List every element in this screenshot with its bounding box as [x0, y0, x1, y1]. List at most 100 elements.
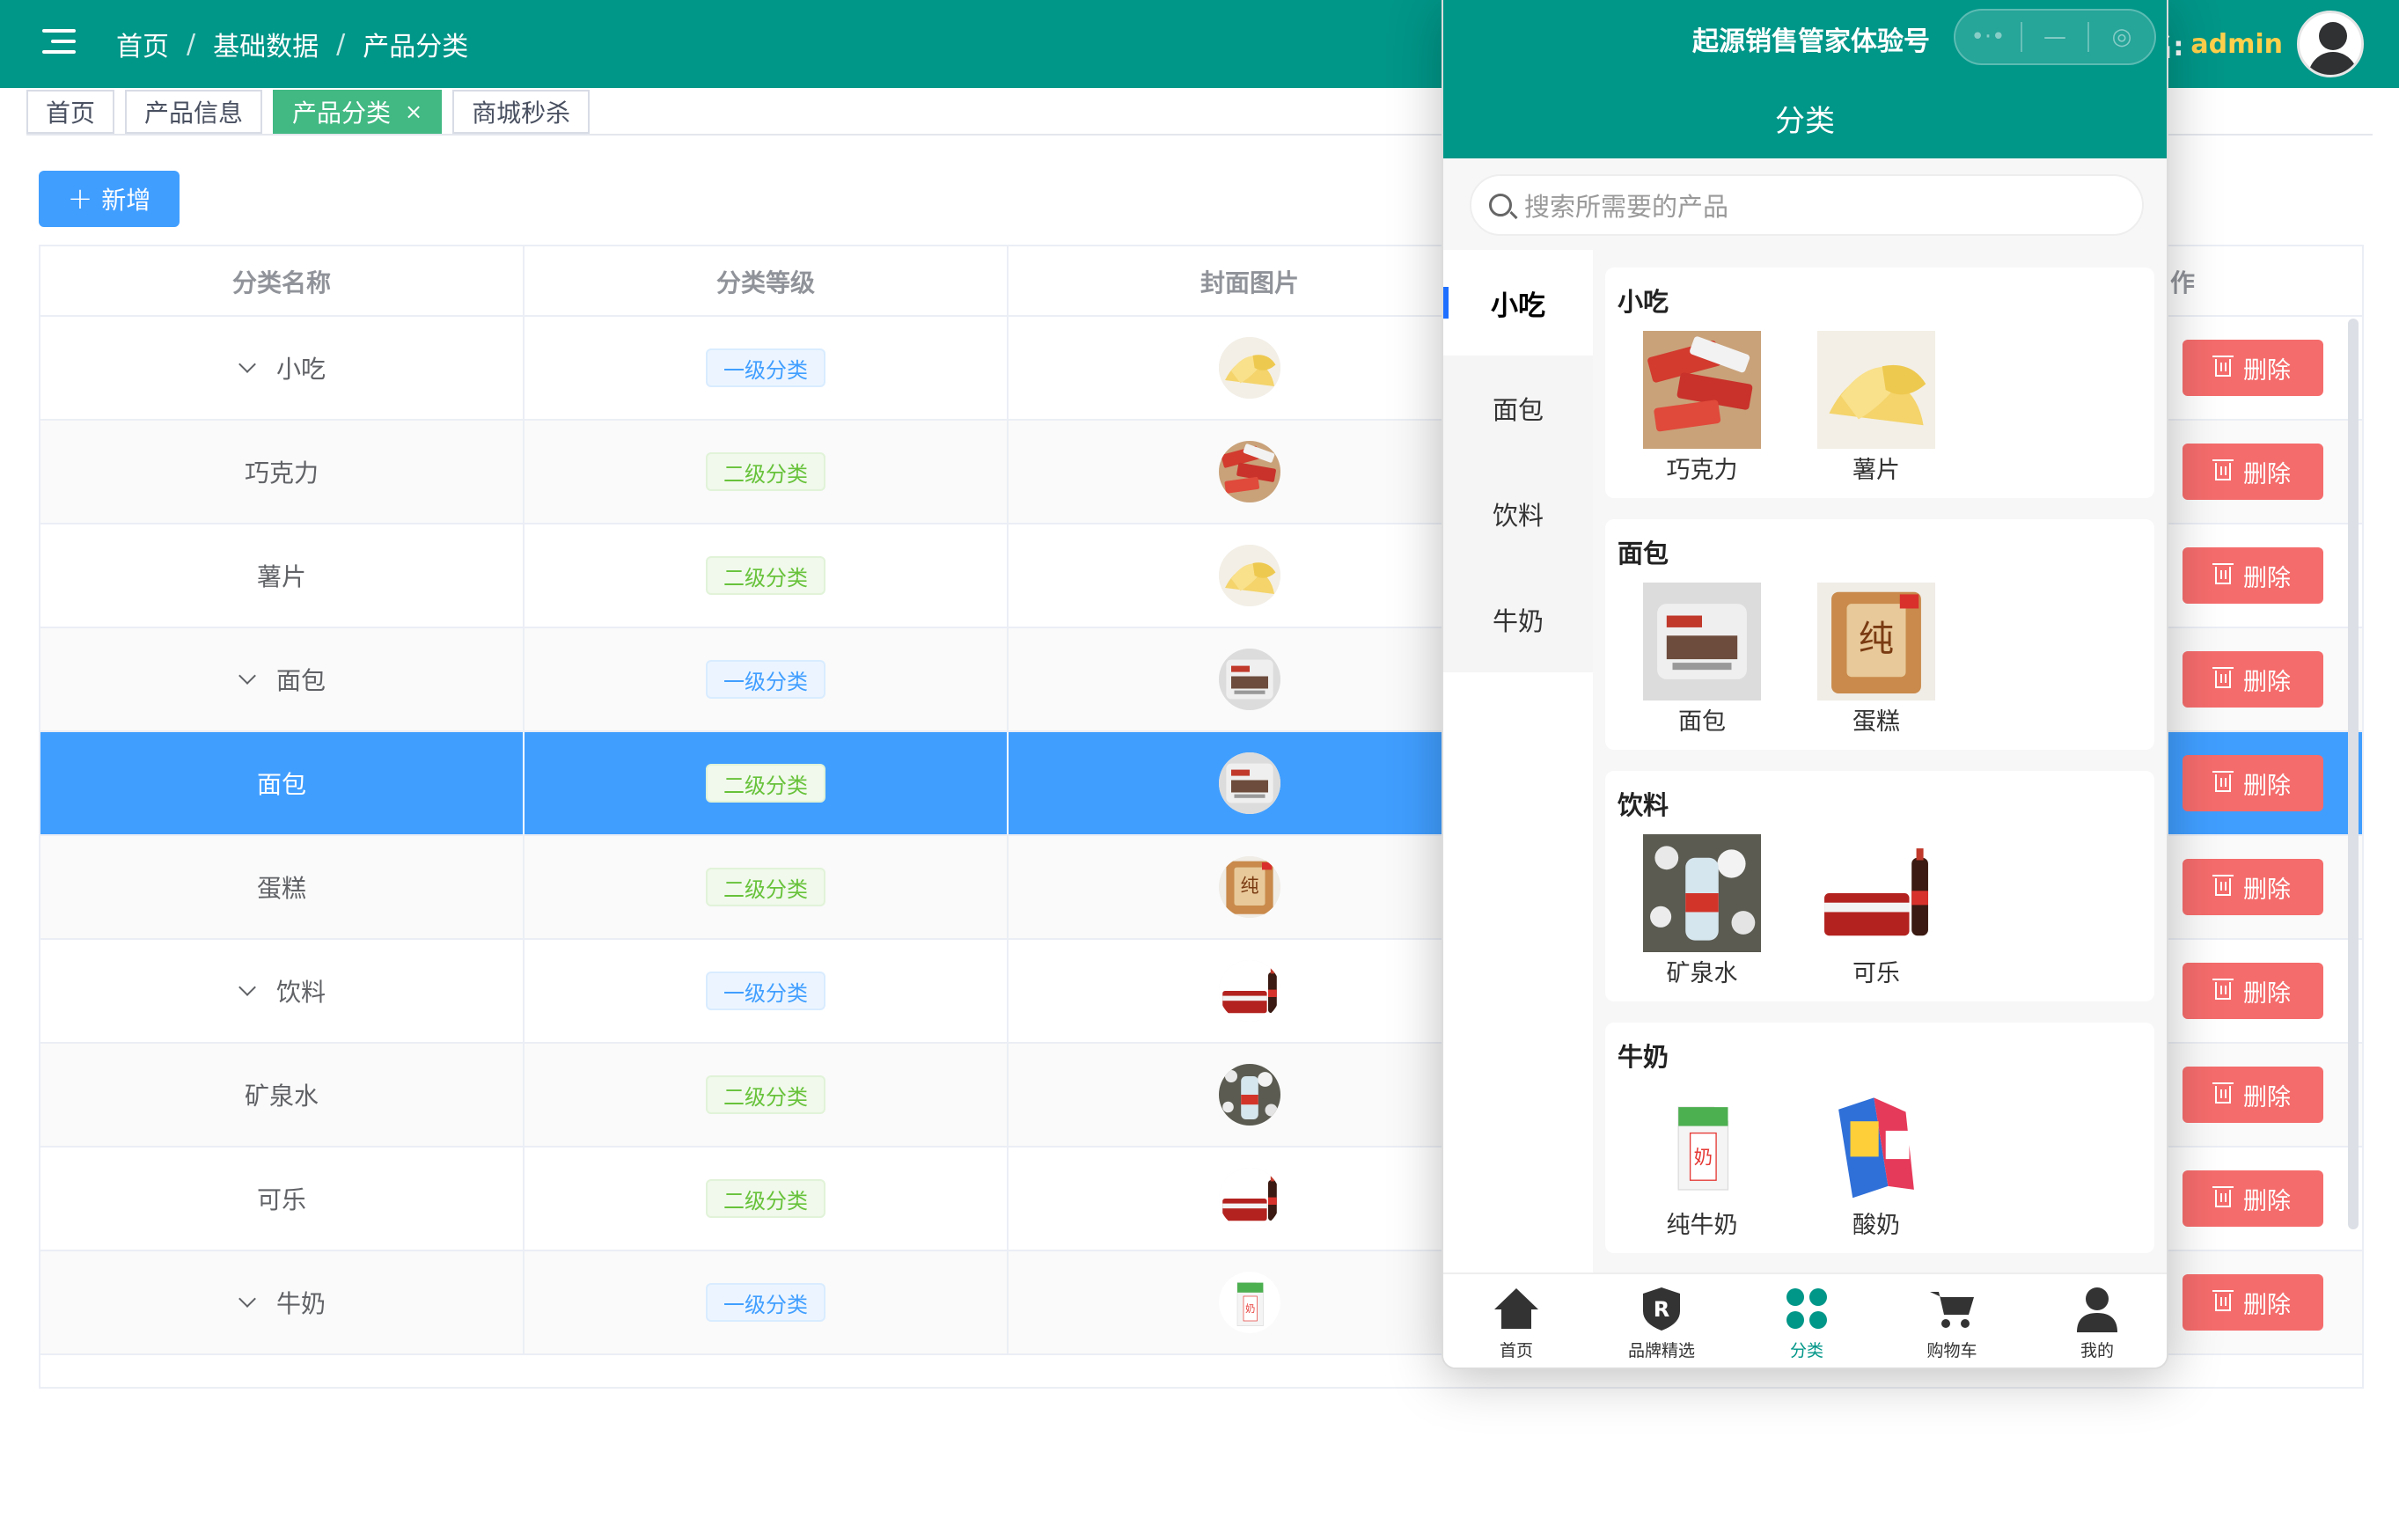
more-icon[interactable]: •·• [1955, 11, 2021, 63]
breadcrumb-home[interactable]: 首页 [116, 25, 169, 63]
mobile-product-item[interactable]: 酸奶 [1816, 1086, 1936, 1240]
svg-text:纯: 纯 [1241, 876, 1259, 897]
chevron-down-icon[interactable] [238, 1290, 256, 1308]
mobile-category-group: 小吃 巧克力 薯片 [1605, 268, 2154, 498]
product-image [1817, 331, 1935, 449]
cover-image[interactable] [1219, 960, 1280, 1022]
tab-product-category[interactable]: 产品分类 × [273, 90, 443, 134]
product-image [1643, 583, 1761, 700]
mini-program-capsule[interactable]: •·• — ◎ [1954, 9, 2156, 65]
mobile-nav-label: 分类 [1789, 1341, 1823, 1360]
mobile-product-item[interactable]: 可乐 [1816, 834, 1936, 988]
mobile-category-group: 牛奶奶纯牛奶 酸奶 [1605, 1023, 2154, 1253]
delete-button[interactable]: 删除 [2183, 651, 2323, 708]
plus-icon: + [67, 181, 93, 216]
category-level-cell: 一级分类 [525, 628, 1009, 730]
user-menu[interactable]: 名: admin [2146, 11, 2364, 77]
mobile-product-item[interactable]: 薯片 [1816, 331, 1936, 485]
mobile-sidebar-item[interactable]: 小吃 [1443, 250, 1593, 356]
close-icon[interactable]: × [405, 99, 422, 124]
product-label: 面包 [1678, 708, 1726, 736]
mobile-nav-category[interactable]: 分类 [1734, 1285, 1880, 1368]
category-level-cell: 二级分类 [525, 732, 1009, 834]
cover-image[interactable] [1219, 1064, 1280, 1126]
delete-button[interactable]: 删除 [2183, 547, 2323, 604]
mobile-search-input[interactable]: 搜索所需要的产品 [1470, 174, 2144, 236]
cover-image[interactable]: 纯 [1219, 856, 1280, 918]
cover-image[interactable] [1219, 752, 1280, 814]
delete-label: 删除 [2243, 668, 2291, 696]
level-tag: 二级分类 [706, 868, 825, 906]
mobile-nav-cart[interactable]: 购物车 [1879, 1285, 2025, 1368]
chevron-down-icon[interactable] [238, 356, 256, 373]
svg-text:纯: 纯 [1859, 620, 1894, 660]
mobile-search-bar: 搜索所需要的产品 [1443, 158, 2167, 250]
delete-button[interactable]: 删除 [2183, 1170, 2323, 1227]
level-tag: 二级分类 [706, 764, 825, 803]
mobile-product-item[interactable]: 矿泉水 [1642, 834, 1762, 988]
cover-image[interactable] [1219, 649, 1280, 710]
product-label: 纯牛奶 [1666, 1212, 1738, 1239]
category-level-cell: 二级分类 [525, 421, 1009, 523]
level-tag: 一级分类 [706, 1283, 825, 1322]
delete-button[interactable]: 删除 [2183, 340, 2323, 396]
category-name-cell: 饮料 [40, 940, 525, 1042]
add-button[interactable]: + 新增 [39, 171, 180, 227]
delete-label: 删除 [2243, 564, 2291, 592]
chevron-down-icon[interactable] [238, 979, 256, 996]
chevron-down-icon[interactable] [238, 667, 256, 685]
level-tag: 二级分类 [706, 1179, 825, 1218]
tab-product-info[interactable]: 产品信息 [125, 90, 263, 134]
home-icon [1493, 1285, 1540, 1332]
mobile-category-group: 饮料 矿泉水 可乐 [1605, 771, 2154, 1001]
level-tag: 一级分类 [706, 348, 825, 387]
mobile-nav-home[interactable]: 首页 [1443, 1285, 1589, 1368]
delete-button[interactable]: 删除 [2183, 963, 2323, 1019]
close-circle-icon[interactable]: ◎ [2089, 11, 2154, 63]
category-name: 矿泉水 [244, 1082, 319, 1111]
cover-image-cell [1009, 940, 1493, 1042]
category-name: 面包 [276, 666, 326, 695]
delete-button[interactable]: 删除 [2183, 1067, 2323, 1123]
cover-image[interactable] [1219, 1168, 1280, 1229]
delete-button[interactable]: 删除 [2183, 1274, 2323, 1331]
cover-image-cell [1009, 421, 1493, 523]
category-name-cell: 面包 [40, 628, 525, 730]
mobile-sidebar-item[interactable]: 牛奶 [1443, 567, 1593, 672]
breadcrumb-basic-data[interactable]: 基础数据 [213, 25, 319, 63]
cover-image[interactable] [1219, 337, 1280, 399]
mobile-product-item[interactable]: 奶纯牛奶 [1642, 1086, 1762, 1240]
cover-image[interactable]: 奶 [1219, 1272, 1280, 1333]
cover-image[interactable] [1219, 441, 1280, 502]
delete-button[interactable]: 删除 [2183, 859, 2323, 915]
delete-label: 删除 [2243, 356, 2291, 385]
mobile-sidebar-item[interactable]: 饮料 [1443, 461, 1593, 567]
tab-label: 产品分类 [292, 99, 392, 128]
product-image [1643, 331, 1761, 449]
mobile-nav-label: 首页 [1499, 1341, 1533, 1360]
tab-home[interactable]: 首页 [26, 90, 115, 134]
group-title: 牛奶 [1618, 1042, 1669, 1072]
category-level-cell: 一级分类 [525, 1251, 1009, 1353]
cover-image-cell [1009, 524, 1493, 627]
product-image: 纯 [1817, 583, 1935, 700]
delete-button[interactable]: 删除 [2183, 444, 2323, 500]
delete-button[interactable]: 删除 [2183, 755, 2323, 811]
tab-flash-sale[interactable]: 商城秒杀 [452, 90, 591, 134]
product-image: 奶 [1643, 1086, 1761, 1204]
avatar[interactable] [2297, 11, 2364, 77]
menu-toggle-icon[interactable] [42, 29, 76, 55]
mobile-product-item[interactable]: 巧克力 [1642, 331, 1762, 485]
cover-image[interactable] [1219, 545, 1280, 606]
mobile-nav-brand[interactable]: R 品牌精选 [1588, 1285, 1735, 1368]
header-cover-image: 封面图片 [1009, 246, 1493, 317]
product-label: 矿泉水 [1666, 960, 1738, 987]
table-scrollbar[interactable] [2348, 319, 2359, 1229]
breadcrumb-separator: / [187, 28, 196, 60]
mobile-product-item[interactable]: 纯蛋糕 [1816, 583, 1936, 737]
minimize-icon[interactable]: — [2022, 11, 2087, 63]
header-operation: 作 [2170, 268, 2196, 297]
mobile-product-item[interactable]: 面包 [1642, 583, 1762, 737]
mobile-sidebar-item[interactable]: 面包 [1443, 356, 1593, 461]
mobile-nav-user[interactable]: 我的 [2024, 1285, 2167, 1368]
